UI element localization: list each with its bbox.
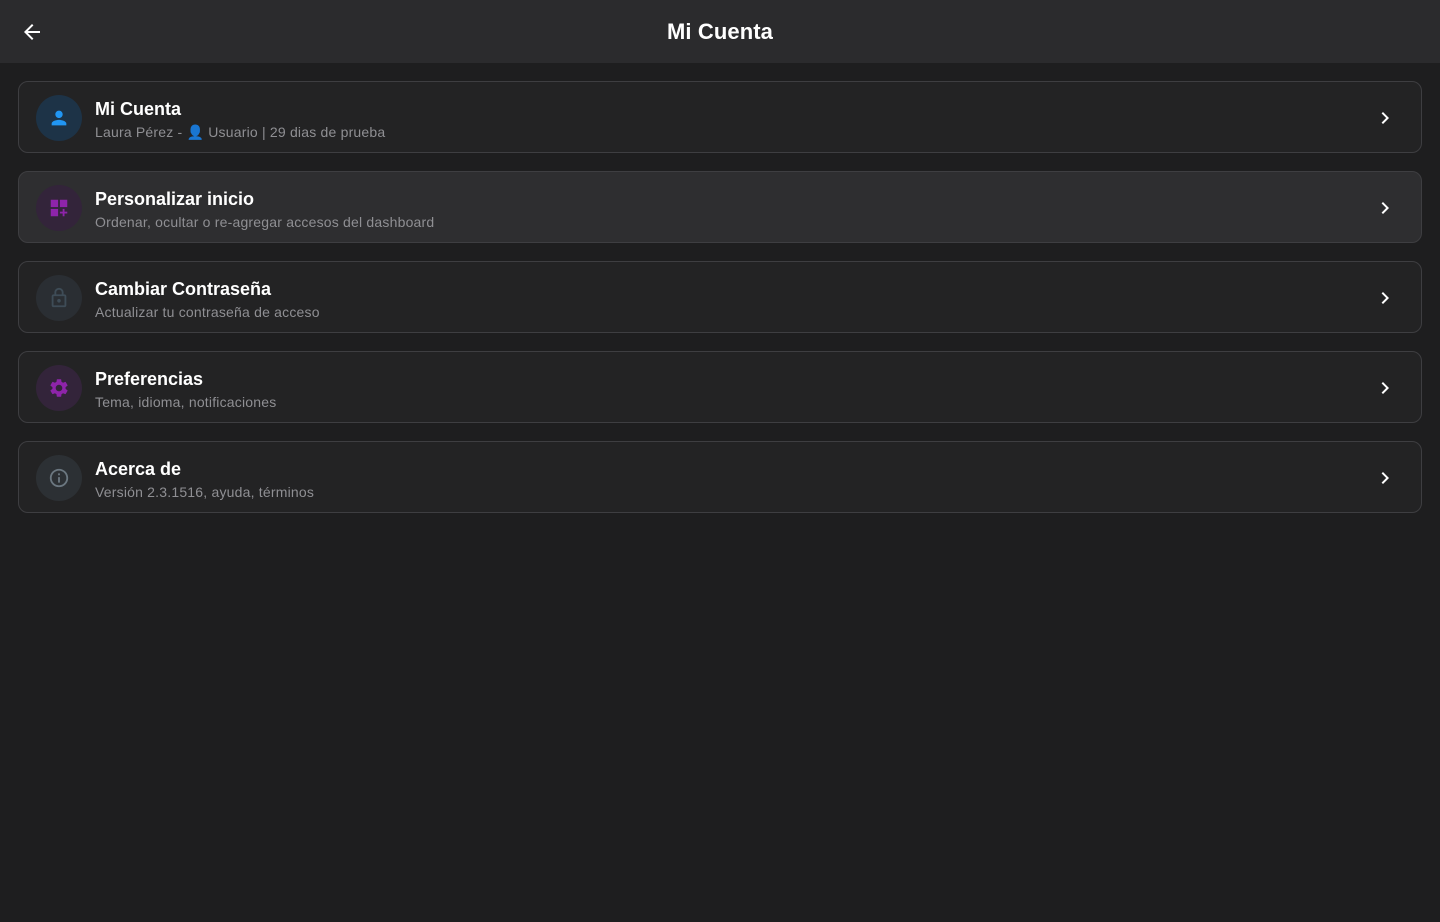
page-title: Mi Cuenta [666,18,773,44]
app-bar: Mi Cuenta [0,0,1440,63]
chevron-right-icon [1373,466,1397,490]
chevron-right-icon [1373,196,1397,220]
menu-item-subtitle: Ordenar, ocultar o re-agregar accesos de… [95,214,435,230]
menu-item-title: Cambiar Contraseña [95,279,272,299]
menu-item-title: Personalizar inicio [95,189,255,209]
menu-item-title: Acerca de [95,459,182,479]
person-icon [51,110,67,126]
lock-icon [51,287,67,308]
gear-icon [50,379,68,397]
menu-item-acerca-de[interactable]: Acerca de Versión 2.3.1516, ayuda, térmi… [18,441,1422,513]
menu-item-subtitle: Laura Pérez - 👤 Usuario | 29 dias de pru… [95,124,386,140]
menu-item-subtitle: Versión 2.3.1516, ayuda, términos [95,484,315,500]
chevron-right-icon [1373,106,1397,130]
settings-list: Mi Cuenta Laura Pérez - 👤 Usuario | 29 d… [18,81,1422,531]
dashboard-add-icon [50,199,68,217]
icon-circle [36,95,82,141]
menu-item-cambiar-contrasena[interactable]: Cambiar Contraseña Actualizar tu contras… [18,261,1422,333]
menu-item-subtitle: Actualizar tu contraseña de acceso [95,304,320,320]
menu-item-preferencias[interactable]: Preferencias Tema, idioma, notificacione… [18,351,1422,423]
arrow-left-icon [24,24,40,40]
icon-circle [36,455,82,501]
icon-circle [36,275,82,321]
chevron-right-icon [1373,286,1397,310]
info-icon [49,468,69,488]
menu-item-title: Mi Cuenta [95,99,182,119]
back-button[interactable] [12,12,52,52]
menu-item-title: Preferencias [95,369,204,389]
icon-circle [36,365,82,411]
menu-item-personalizar-inicio[interactable]: Personalizar inicio Ordenar, ocultar o r… [18,171,1422,243]
menu-item-subtitle: Tema, idioma, notificaciones [95,394,277,410]
icon-circle [36,185,82,231]
chevron-right-icon [1373,376,1397,400]
menu-item-mi-cuenta[interactable]: Mi Cuenta Laura Pérez - 👤 Usuario | 29 d… [18,81,1422,153]
